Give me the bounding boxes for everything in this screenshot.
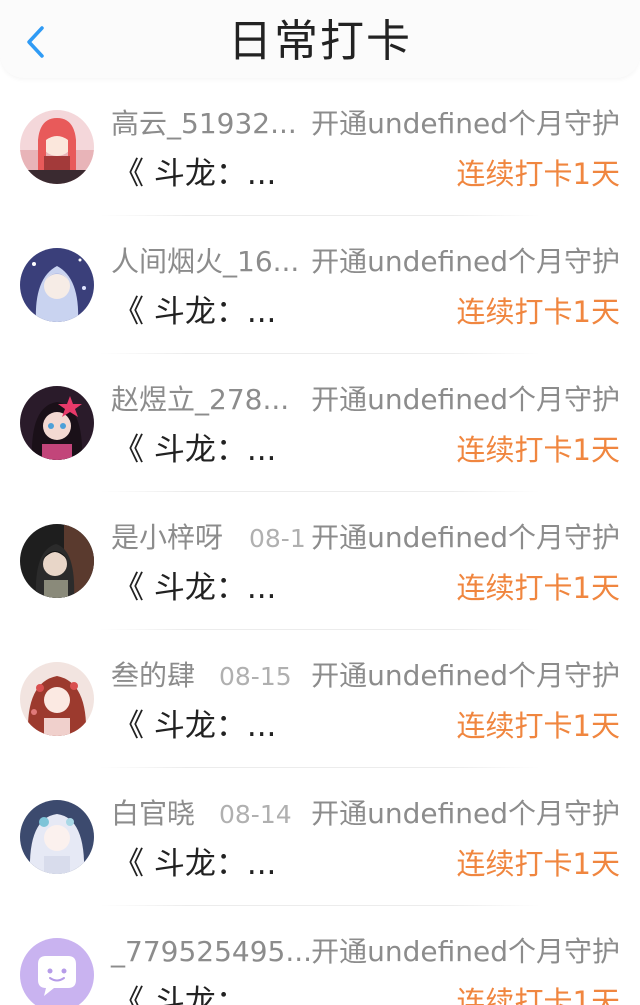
user-name: 人间烟火_16... — [111, 245, 300, 278]
check-in-date: 08-15 — [219, 662, 292, 691]
avatar[interactable] — [20, 938, 94, 1005]
book-title[interactable]: 《 斗龙：... — [113, 152, 276, 196]
user-name: 白官晓 — [111, 797, 196, 830]
guard-description: 开通undefined个月守护 — [311, 245, 620, 278]
list-item[interactable]: 白官晓 08-14 开通undefined个月守护 《 斗龙：... 连续打卡1… — [0, 768, 640, 906]
avatar[interactable] — [20, 800, 94, 874]
book-title[interactable]: 《 斗龙：... — [113, 704, 276, 748]
check-in-date: 08-1 — [249, 524, 306, 553]
top-bar: 日常打卡 — [0, 0, 640, 78]
user-name: 赵煜立_278... — [111, 383, 290, 416]
book-title[interactable]: 《 斗龙：... — [113, 428, 276, 472]
guard-description: 开通undefined个月守护 — [311, 521, 620, 554]
list-item[interactable]: 叁的肆 08-15 开通undefined个月守护 《 斗龙：... 连续打卡1… — [0, 630, 640, 768]
check-in-list: 高云_51932... 开通undefined个月守护 《 斗龙：... 连续打… — [0, 78, 640, 1005]
list-item[interactable]: 高云_51932... 开通undefined个月守护 《 斗龙：... 连续打… — [0, 78, 640, 216]
list-item[interactable]: 人间烟火_16... 开通undefined个月守护 《 斗龙：... 连续打卡… — [0, 216, 640, 354]
list-item[interactable]: _779525495... 开通undefined个月守护 《 斗龙：... 连… — [0, 906, 640, 1005]
streak-label: 连续打卡1天 — [456, 157, 620, 191]
page-title: 日常打卡 — [228, 16, 412, 67]
avatar[interactable] — [20, 386, 94, 460]
streak-label: 连续打卡1天 — [456, 571, 620, 605]
user-name: 叁的肆 — [111, 659, 196, 692]
user-name: _779525495... — [111, 935, 313, 968]
book-title[interactable]: 《 斗龙：... — [113, 290, 276, 334]
book-title[interactable]: 《 斗龙：... — [113, 980, 276, 1005]
streak-label: 连续打卡1天 — [456, 985, 620, 1005]
check-in-date: 08-14 — [219, 800, 292, 829]
book-title[interactable]: 《 斗龙：... — [113, 842, 276, 886]
guard-description: 开通undefined个月守护 — [311, 659, 620, 692]
streak-label: 连续打卡1天 — [456, 433, 620, 467]
avatar[interactable] — [20, 662, 94, 736]
avatar[interactable] — [20, 524, 94, 598]
list-item[interactable]: 赵煜立_278... 开通undefined个月守护 《 斗龙：... 连续打卡… — [0, 354, 640, 492]
list-item[interactable]: 是小梓呀 08-1 开通undefined个月守护 《 斗龙：... 连续打卡1… — [0, 492, 640, 630]
user-name: 是小梓呀 — [111, 521, 224, 554]
user-name: 高云_51932... — [111, 107, 297, 140]
guard-description: 开通undefined个月守护 — [311, 935, 620, 968]
guard-description: 开通undefined个月守护 — [311, 383, 620, 416]
avatar[interactable] — [20, 248, 94, 322]
guard-description: 开通undefined个月守护 — [311, 107, 620, 140]
check-in-page: 日常打卡 高云_51932... 开通undefined个月守护 《 斗龙：..… — [0, 0, 640, 1005]
default-avatar-chat-icon — [20, 938, 94, 1005]
avatar[interactable] — [20, 110, 94, 184]
book-title[interactable]: 《 斗龙：... — [113, 566, 276, 610]
guard-description: 开通undefined个月守护 — [311, 797, 620, 830]
streak-label: 连续打卡1天 — [456, 847, 620, 881]
streak-label: 连续打卡1天 — [456, 295, 620, 329]
streak-label: 连续打卡1天 — [456, 709, 620, 743]
